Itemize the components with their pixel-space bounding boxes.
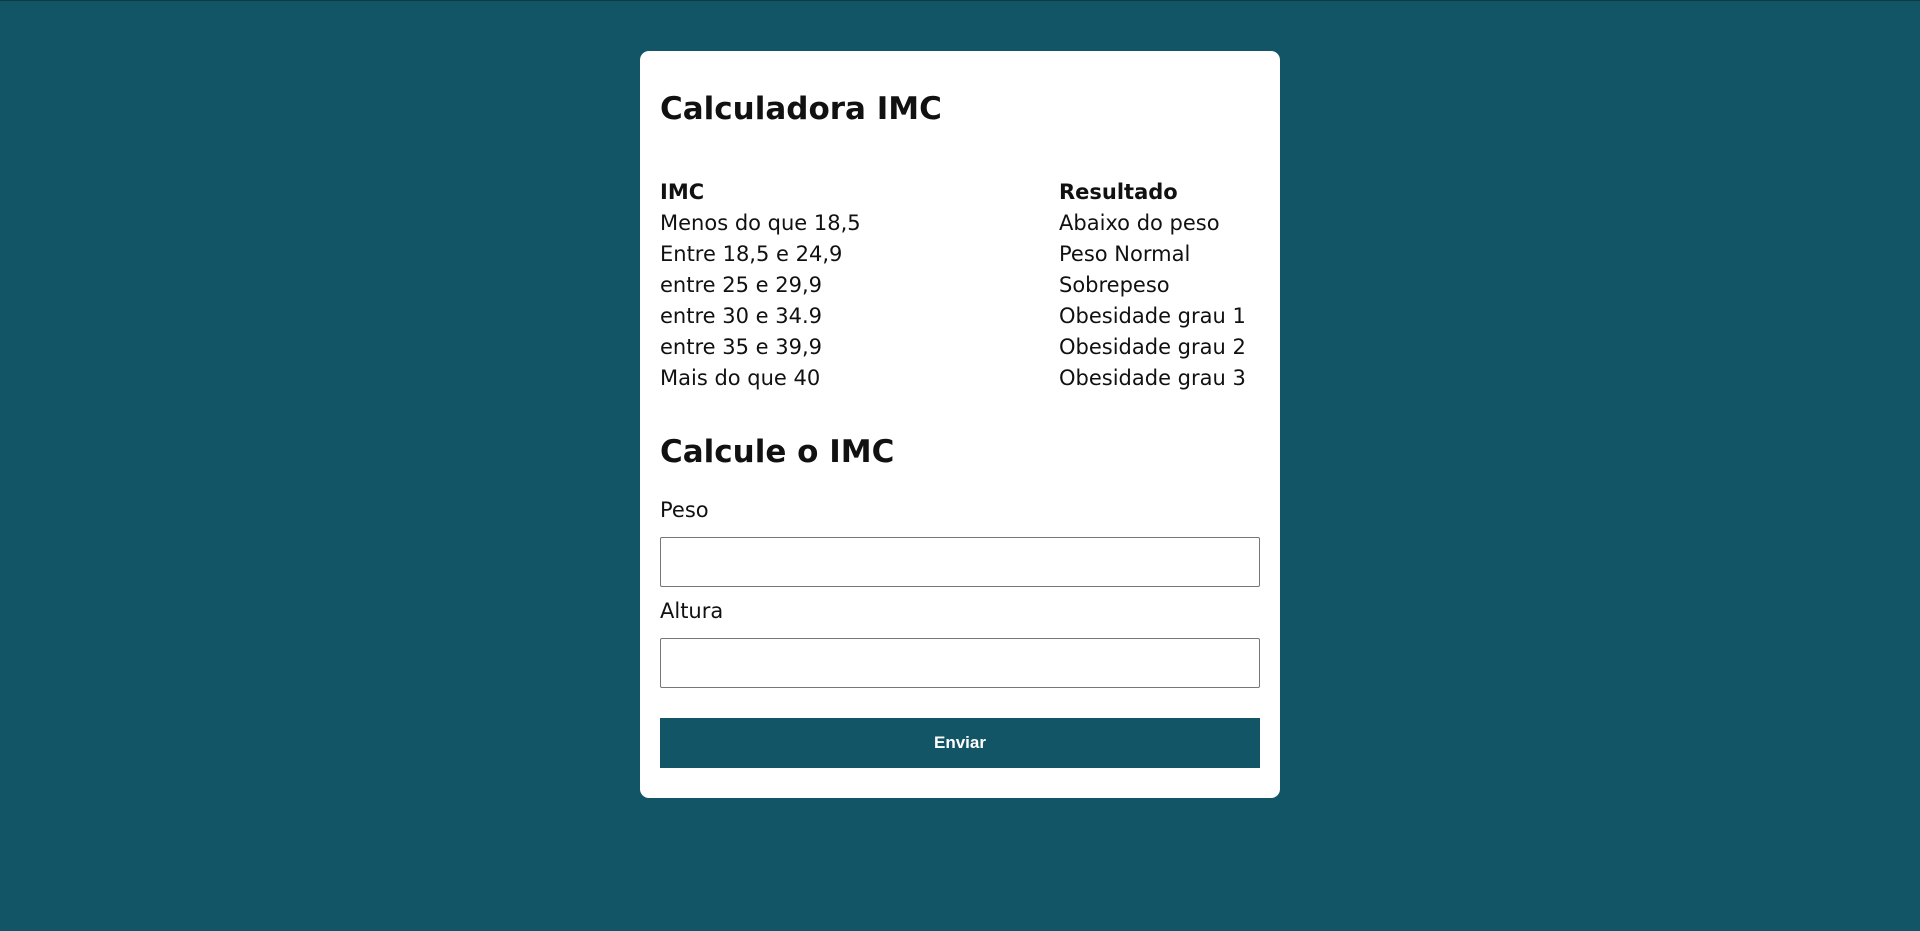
page-title: Calculadora IMC (660, 91, 942, 127)
result-cell: Abaixo do peso (1059, 210, 1220, 235)
peso-input[interactable] (660, 537, 1260, 587)
table-header-row: IMC Resultado (660, 176, 1260, 207)
imc-range-cell: entre 30 e 34.9 (660, 303, 822, 328)
column-header-resultado: Resultado (1059, 179, 1178, 204)
table-row: entre 25 e 29,9 Sobrepeso (660, 269, 1260, 300)
result-cell: Obesidade grau 1 (1059, 303, 1246, 328)
imc-reference-table: IMC Resultado Menos do que 18,5 Abaixo d… (660, 176, 1260, 393)
table-row: Menos do que 18,5 Abaixo do peso (660, 207, 1260, 238)
result-cell: Obesidade grau 3 (1059, 365, 1246, 390)
table-row: entre 35 e 39,9 Obesidade grau 2 (660, 331, 1260, 362)
table-row: entre 30 e 34.9 Obesidade grau 1 (660, 300, 1260, 331)
altura-label: Altura (660, 599, 724, 623)
submit-button[interactable]: Enviar (660, 718, 1260, 768)
altura-input[interactable] (660, 638, 1260, 688)
imc-range-cell: Entre 18,5 e 24,9 (660, 241, 843, 266)
imc-range-cell: Mais do que 40 (660, 365, 821, 390)
table-row: Entre 18,5 e 24,9 Peso Normal (660, 238, 1260, 269)
result-cell: Obesidade grau 2 (1059, 334, 1246, 359)
imc-calculator-card: Calculadora IMC IMC Resultado Menos do q… (640, 51, 1280, 798)
peso-label: Peso (660, 498, 709, 522)
result-cell: Peso Normal (1059, 241, 1191, 266)
imc-range-cell: Menos do que 18,5 (660, 210, 861, 235)
imc-range-cell: entre 35 e 39,9 (660, 334, 822, 359)
table-row: Mais do que 40 Obesidade grau 3 (660, 362, 1260, 393)
form-title: Calcule o IMC (660, 434, 895, 470)
result-cell: Sobrepeso (1059, 272, 1170, 297)
imc-range-cell: entre 25 e 29,9 (660, 272, 822, 297)
column-header-imc: IMC (660, 179, 705, 204)
